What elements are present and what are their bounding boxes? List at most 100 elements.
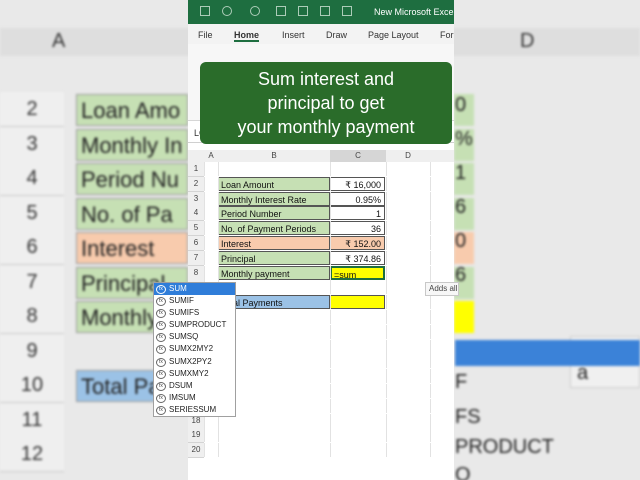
row-header[interactable]: 4 <box>188 206 204 222</box>
gridline <box>204 206 205 221</box>
gridline <box>430 176 431 191</box>
autocomplete-item[interactable]: fx SUMX2PY2 <box>154 356 235 368</box>
autocomplete-item[interactable]: fx SUMX2MY2 <box>154 343 235 355</box>
autocomplete-item[interactable]: fx SUMIFS <box>154 307 235 319</box>
cell-label[interactable]: Monthly payment <box>218 265 330 280</box>
autocomplete-item[interactable]: fx SUMPRODUCT <box>154 319 235 331</box>
active-cell-formula[interactable]: =sum <box>330 265 385 280</box>
gridline <box>330 428 331 443</box>
toolbar-icon[interactable] <box>342 6 352 16</box>
function-icon: fx <box>156 369 166 379</box>
cell-value[interactable]: 1 <box>330 206 385 221</box>
save-icon[interactable] <box>200 6 210 16</box>
function-icon: fx <box>156 309 166 319</box>
gridline <box>218 191 219 206</box>
cell-value[interactable]: ₹ 152.00 <box>330 236 385 250</box>
gridline <box>330 250 331 265</box>
tab-draw[interactable]: Draw <box>326 30 347 40</box>
col-header-e[interactable] <box>430 150 454 162</box>
bg-label-cell: Interest <box>76 232 188 264</box>
bg-label-cell: Loan Amo <box>76 94 188 126</box>
gridline <box>218 428 219 443</box>
row-header[interactable]: 19 <box>188 428 204 444</box>
autocomplete-item[interactable]: fx SUMIF <box>154 295 235 307</box>
gridline <box>386 265 387 280</box>
row-header[interactable]: 2 <box>188 176 204 192</box>
gridline <box>430 206 431 221</box>
col-header-a[interactable]: A <box>204 150 219 162</box>
tab-file[interactable]: File <box>198 30 213 40</box>
toolbar-icon[interactable] <box>320 6 330 16</box>
tab-page-layout[interactable]: Page Layout <box>368 30 419 40</box>
cell-value[interactable] <box>330 295 385 310</box>
cell-value[interactable]: 0.95% <box>330 191 385 206</box>
ribbon-tabs: File Home Insert Draw Page Layout For <box>188 24 454 44</box>
row-header[interactable]: 8 <box>188 265 204 281</box>
gridline <box>204 162 205 176</box>
cell-label[interactable]: Period Number <box>218 206 330 221</box>
cell-label[interactable]: Loan Amount <box>218 176 330 191</box>
gridline <box>204 443 205 458</box>
function-icon: fx <box>156 333 166 343</box>
autocomplete-item[interactable]: fx DSUM <box>154 380 235 392</box>
gridline <box>330 221 331 236</box>
cell-value[interactable]: ₹ 16,000 <box>330 176 385 191</box>
corner-cell[interactable] <box>188 150 205 162</box>
gridline <box>430 324 431 339</box>
cell-value[interactable]: ₹ 374.86 <box>330 250 385 265</box>
bg-right-text: O <box>455 464 471 480</box>
bg-label-cell: No. of Pa <box>76 197 188 230</box>
gridline <box>204 221 205 236</box>
autocomplete-item[interactable]: fx SUMSQ <box>154 331 235 343</box>
autocomplete-label: IMSUM <box>169 392 196 402</box>
row-header[interactable]: 5 <box>188 221 204 237</box>
undo-icon[interactable] <box>222 6 232 16</box>
gridline <box>218 221 219 236</box>
title-bar: New Microsoft Excel <box>188 0 454 24</box>
gridline <box>386 443 387 458</box>
bg-row-number: 8 <box>0 299 64 334</box>
gridline <box>204 236 205 250</box>
cell-label[interactable]: No. of Payment Periods <box>218 221 330 236</box>
redo-icon[interactable] <box>250 6 260 16</box>
col-header-d[interactable]: D <box>386 150 431 162</box>
col-header-b[interactable]: B <box>218 150 331 162</box>
toolbar-icon[interactable] <box>276 6 286 16</box>
gridline <box>386 206 387 221</box>
cell-label[interactable]: Interest <box>218 236 330 250</box>
gridline <box>430 354 431 369</box>
autocomplete-item[interactable]: fx SERIESSUM <box>154 404 235 416</box>
bg-label-cell: Monthly In <box>76 128 188 161</box>
cell-label[interactable]: Principal <box>218 250 330 265</box>
window-title: New Microsoft Excel <box>374 7 454 17</box>
tab-formulas[interactable]: For <box>440 30 454 40</box>
row-header[interactable]: 7 <box>188 250 204 266</box>
function-tooltip: Adds all <box>425 282 459 296</box>
autocomplete-label: SUMXMY2 <box>169 368 209 378</box>
bg-row-number: 11 <box>0 402 64 438</box>
function-icon: fx <box>156 297 166 307</box>
gridline <box>218 265 219 280</box>
gridline <box>386 354 387 369</box>
gridline <box>204 176 205 191</box>
cell-value[interactable]: 36 <box>330 221 385 236</box>
autocomplete-item[interactable]: fx IMSUM <box>154 392 235 404</box>
gridline <box>386 280 387 295</box>
autocomplete-item[interactable]: fx SUM <box>154 283 235 296</box>
tab-home[interactable]: Home <box>234 30 260 42</box>
row-header[interactable]: 3 <box>188 191 204 207</box>
toolbar-icon[interactable] <box>298 6 308 16</box>
gridline <box>430 295 431 310</box>
bg-selection-highlight <box>455 340 640 366</box>
row-header[interactable]: 6 <box>188 236 204 251</box>
gridline <box>386 413 387 428</box>
bg-col-d: D <box>520 30 535 53</box>
row-header[interactable]: 1 <box>188 162 204 177</box>
tab-insert[interactable]: Insert <box>282 30 305 40</box>
col-header-c[interactable]: C <box>330 150 387 162</box>
gridline <box>386 384 387 398</box>
bg-right-text: 0 <box>455 230 467 252</box>
autocomplete-item[interactable]: fx SUMXMY2 <box>154 368 235 380</box>
cell-label[interactable]: Monthly Interest Rate <box>218 191 330 206</box>
row-header[interactable]: 20 <box>188 443 204 459</box>
